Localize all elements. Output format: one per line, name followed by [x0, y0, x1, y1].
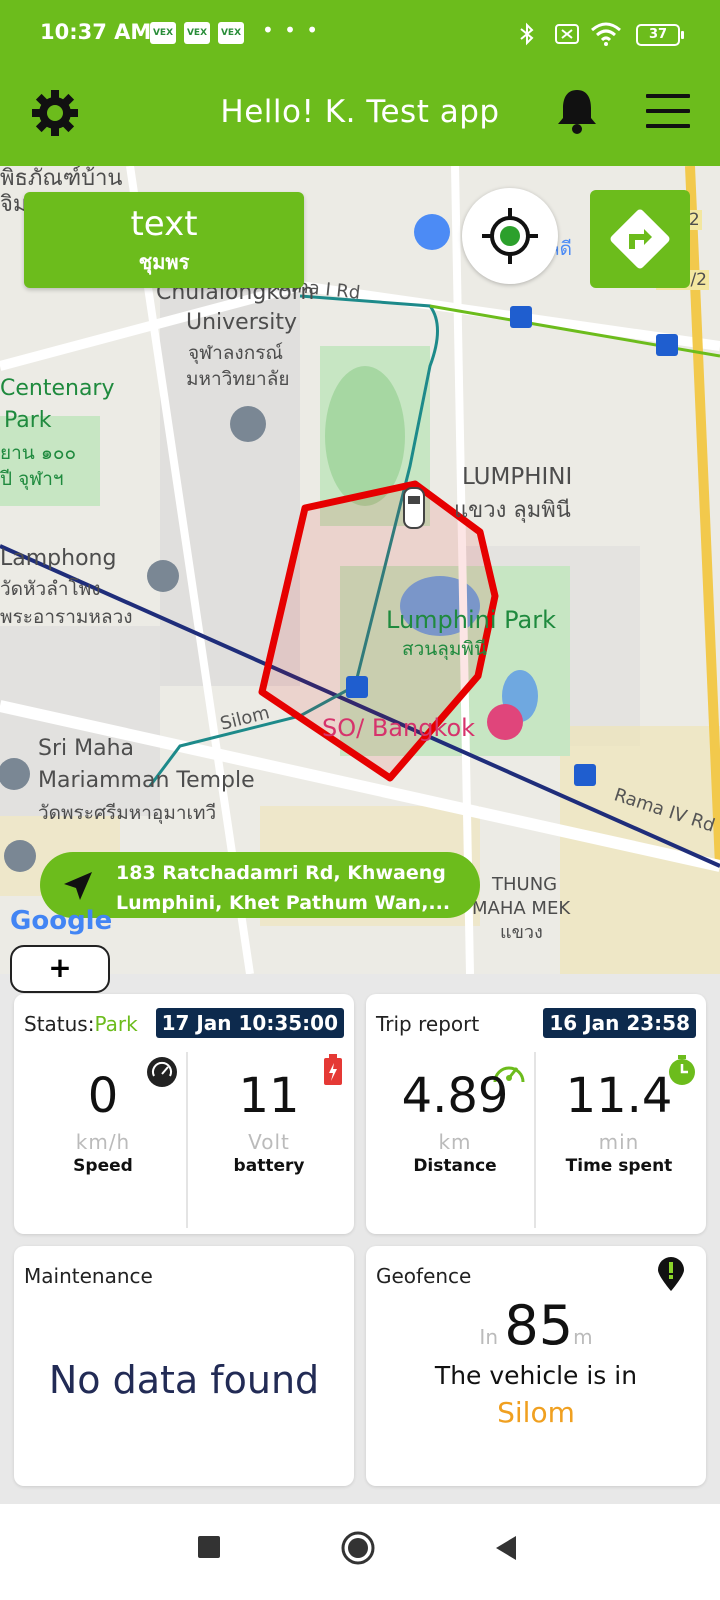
- time-caption: Time spent: [565, 1156, 673, 1176]
- map-label: วัดหัวลำโพง: [0, 578, 101, 600]
- trip-title: Trip report: [376, 1012, 480, 1036]
- map-label: ปี จุฬาฯ: [0, 468, 64, 490]
- battery-indicator: 37: [636, 24, 684, 46]
- system-nav-bar: [0, 1504, 720, 1600]
- time-value: 11.4: [565, 1068, 673, 1124]
- map-label: แขวง ลุมพินี: [454, 498, 571, 523]
- status-card[interactable]: Status:Park 17 Jan 10:35:00 0 km/h Speed…: [14, 994, 354, 1234]
- app-header: Hello! K. Test app: [0, 68, 720, 166]
- empty-state-message: No data found: [48, 1358, 320, 1402]
- address-text: 183 Ratchadamri Rd, Khwaeng Lumphini, Kh…: [116, 858, 472, 918]
- turn-right-icon: [610, 209, 670, 269]
- map-label: ยาน ๑๐๐: [0, 442, 77, 464]
- alert-pin-icon: [658, 1257, 684, 1291]
- geofence-card[interactable]: Geofence In 85m The vehicle is in Silom: [366, 1246, 706, 1486]
- map-view[interactable]: พิธภัณฑ์บ้าน จิม Rama I Rd Chulalongkorn…: [0, 166, 720, 974]
- wifi-icon: [591, 22, 621, 46]
- maintenance-card[interactable]: Maintenance No data found: [14, 1246, 354, 1486]
- locate-button[interactable]: [462, 188, 558, 284]
- map-label: สวนลุมพินี: [402, 638, 487, 660]
- more-notifications: • • •: [262, 18, 321, 42]
- map-label: Lamphong: [0, 546, 117, 571]
- map-label: มหาวิทยาลัย: [186, 368, 290, 390]
- status-bar: 10:37 AM VEX VEX VEX • • • 37: [0, 0, 720, 68]
- vehicle-name: text: [130, 204, 198, 244]
- geofence-distance: In 85m: [479, 1294, 593, 1357]
- geofence-summary: In 85m The vehicle is in Silom: [366, 1294, 706, 1429]
- geofence-title: Geofence: [376, 1264, 472, 1288]
- square-icon[interactable]: [196, 1534, 222, 1560]
- map-label: แขวง: [500, 922, 543, 943]
- map-label: พระอารามหลวง: [0, 606, 133, 628]
- status-value: Park: [94, 1012, 138, 1036]
- navigate-button[interactable]: [590, 190, 690, 288]
- distance-value: 4.89: [401, 1068, 509, 1124]
- map-label: THUNG: [492, 874, 558, 895]
- speed-metric: 0 km/h Speed: [20, 1064, 186, 1176]
- maintenance-title: Maintenance: [24, 1264, 153, 1288]
- vehicle-name-card[interactable]: text ชุมพร: [24, 192, 304, 288]
- battery-value: 11: [238, 1068, 300, 1124]
- notification-icon: VEX: [184, 22, 210, 44]
- map-label: Mariamman Temple: [38, 768, 255, 793]
- menu-icon[interactable]: [646, 94, 690, 139]
- geofence-sentence: The vehicle is in: [434, 1361, 638, 1390]
- distance-unit: km: [438, 1130, 472, 1154]
- vehicle-province: ชุมพร: [138, 250, 190, 274]
- map-label: LUMPHINI: [462, 464, 573, 490]
- notification-icon: VEX: [150, 22, 176, 44]
- distance-caption: Distance: [413, 1156, 497, 1176]
- map-label: Centenary: [0, 376, 115, 401]
- no-sim-icon: [555, 24, 579, 44]
- address-line: 183 Ratchadamri Rd, Khwaeng: [116, 862, 446, 884]
- distance-metric: 4.89 km Distance: [372, 1064, 538, 1176]
- expand-button[interactable]: +: [10, 945, 110, 993]
- crosshair-icon: [482, 208, 538, 264]
- address-line: Lumphini, Khet Pathum Wan,...: [116, 892, 451, 914]
- map-label: พิธภัณฑ์บ้าน: [0, 166, 123, 191]
- speed-value: 0: [87, 1068, 119, 1124]
- map-label: University: [186, 310, 297, 335]
- map-label: SO/ Bangkok: [322, 714, 476, 742]
- time-metric: 11.4 min Time spent: [536, 1064, 702, 1176]
- circle-icon[interactable]: [340, 1530, 376, 1566]
- map-label: Lumphini Park: [386, 606, 557, 634]
- map-label: Park: [4, 408, 52, 433]
- trip-report-card[interactable]: Trip report 16 Jan 23:58 4.89 km Distanc…: [366, 994, 706, 1234]
- trip-date-badge: 16 Jan 23:58: [543, 1008, 696, 1038]
- status-time: 10:37 AM: [40, 20, 152, 44]
- bell-icon[interactable]: [554, 86, 600, 136]
- page-title: Hello! K. Test app: [220, 94, 500, 130]
- map-label: MAHA MEK: [472, 898, 571, 919]
- notification-icon: VEX: [218, 22, 244, 44]
- map-label: Sri Maha: [38, 736, 135, 761]
- back-icon[interactable]: [494, 1534, 518, 1562]
- battery-caption: battery: [233, 1156, 305, 1176]
- time-unit: min: [598, 1130, 640, 1154]
- navigation-arrow-icon: [64, 872, 92, 900]
- google-logo: Google: [10, 906, 113, 936]
- speed-caption: Speed: [73, 1156, 133, 1176]
- bluetooth-icon: [520, 22, 534, 46]
- map-label: วัดพระศรีมหาอุมาเทวี: [38, 802, 217, 824]
- battery-unit: Volt: [248, 1130, 290, 1154]
- speed-unit: km/h: [75, 1130, 131, 1154]
- battery-metric: 11 Volt battery: [186, 1064, 352, 1176]
- geofence-place: Silom: [497, 1396, 575, 1429]
- status-title: Status:Park: [24, 1012, 138, 1036]
- map-label: จุฬาลงกรณ์: [188, 342, 284, 364]
- status-date-badge: 17 Jan 10:35:00: [155, 1008, 344, 1038]
